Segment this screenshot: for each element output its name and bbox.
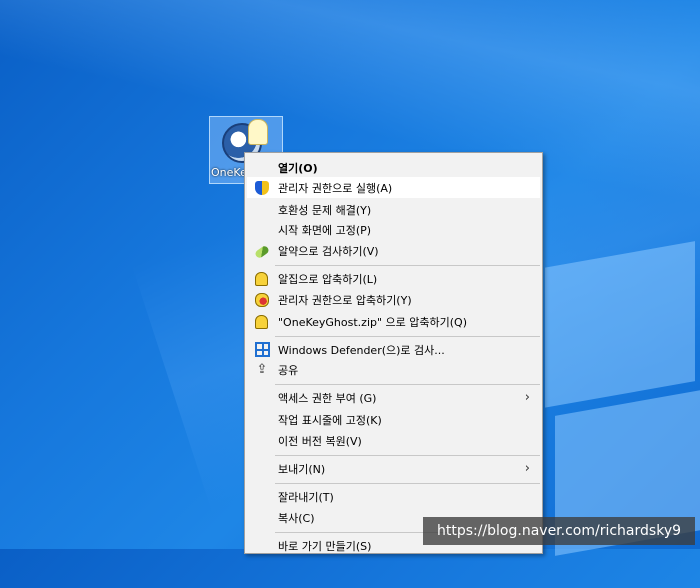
share-icon: ⇪	[256, 361, 268, 377]
menu-item-restore-previous[interactable]: 이전 버전 복원(V)	[247, 430, 540, 451]
menu-separator	[275, 384, 540, 385]
menu-item-label: 이전 버전 복원(V)	[278, 434, 362, 448]
menu-item-label: 공유	[278, 363, 299, 377]
menu-item-cut[interactable]: 잘라내기(T)	[247, 486, 540, 507]
blog-watermark: https://blog.naver.com/richardsky9	[423, 517, 695, 545]
menu-item-compress-to-zip[interactable]: "OneKeyGhost.zip" 으로 압축하기(Q)	[247, 311, 540, 332]
menu-item-label: 액세스 권한 부여 (G)	[278, 391, 377, 405]
menu-item-label: 잘라내기(T)	[278, 490, 334, 504]
menu-item-label: 보내기(N)	[278, 462, 326, 476]
alzip-icon	[255, 314, 268, 329]
menu-item-label: 시작 화면에 고정(P)	[278, 223, 372, 237]
menu-item-defender-scan[interactable]: Windows Defender(으)로 검사...	[247, 339, 540, 360]
menu-item-share[interactable]: ⇪ 공유	[247, 359, 540, 380]
alzip-admin-icon	[255, 292, 269, 307]
menu-item-label: 바로 가기 만들기(S)	[278, 539, 372, 553]
menu-item-pin-to-start[interactable]: 시작 화면에 고정(P)	[247, 219, 540, 240]
windows-defender-icon	[255, 342, 270, 357]
menu-separator	[275, 455, 540, 456]
menu-item-pin-to-taskbar[interactable]: 작업 표시줄에 고정(K)	[247, 409, 540, 430]
menu-item-give-access[interactable]: 액세스 권한 부여 (G) ›	[247, 387, 540, 408]
menu-item-label: 호환성 문제 해결(Y)	[278, 203, 372, 217]
context-menu: 열기(O) 관리자 권한으로 실행(A) 호환성 문제 해결(Y) 시작 화면에…	[244, 152, 543, 554]
menu-item-open[interactable]: 열기(O)	[247, 157, 540, 178]
menu-item-troubleshoot-compatibility[interactable]: 호환성 문제 해결(Y)	[247, 199, 540, 220]
ghost-icon	[248, 119, 268, 145]
alyac-pill-icon	[253, 244, 271, 260]
menu-item-label: 알집으로 압축하기(L)	[278, 272, 378, 286]
menu-item-run-as-admin[interactable]: 관리자 권한으로 실행(A)	[247, 177, 540, 198]
menu-item-label: 복사(C)	[278, 511, 315, 525]
menu-separator	[275, 336, 540, 337]
menu-item-send-to[interactable]: 보내기(N) ›	[247, 458, 540, 479]
menu-separator	[275, 265, 540, 266]
menu-item-alzip-compress[interactable]: 알집으로 압축하기(L)	[247, 268, 540, 289]
menu-item-label: 관리자 권한으로 압축하기(Y)	[278, 293, 412, 307]
menu-item-label: 알약으로 검사하기(V)	[278, 244, 379, 258]
alzip-icon	[255, 271, 268, 286]
submenu-arrow-icon: ›	[524, 390, 530, 405]
menu-item-label: Windows Defender(으)로 검사...	[278, 343, 445, 357]
menu-item-label: "OneKeyGhost.zip" 으로 압축하기(Q)	[278, 315, 467, 329]
menu-item-label: 관리자 권한으로 실행(A)	[278, 181, 393, 195]
submenu-arrow-icon: ›	[524, 461, 530, 476]
menu-item-admin-compress[interactable]: 관리자 권한으로 압축하기(Y)	[247, 289, 540, 310]
menu-separator	[275, 483, 540, 484]
menu-item-scan-alyac[interactable]: 알약으로 검사하기(V)	[247, 240, 540, 261]
menu-item-label: 작업 표시줄에 고정(K)	[278, 413, 382, 427]
uac-shield-icon	[255, 180, 269, 195]
menu-item-label: 열기(O)	[278, 161, 318, 175]
